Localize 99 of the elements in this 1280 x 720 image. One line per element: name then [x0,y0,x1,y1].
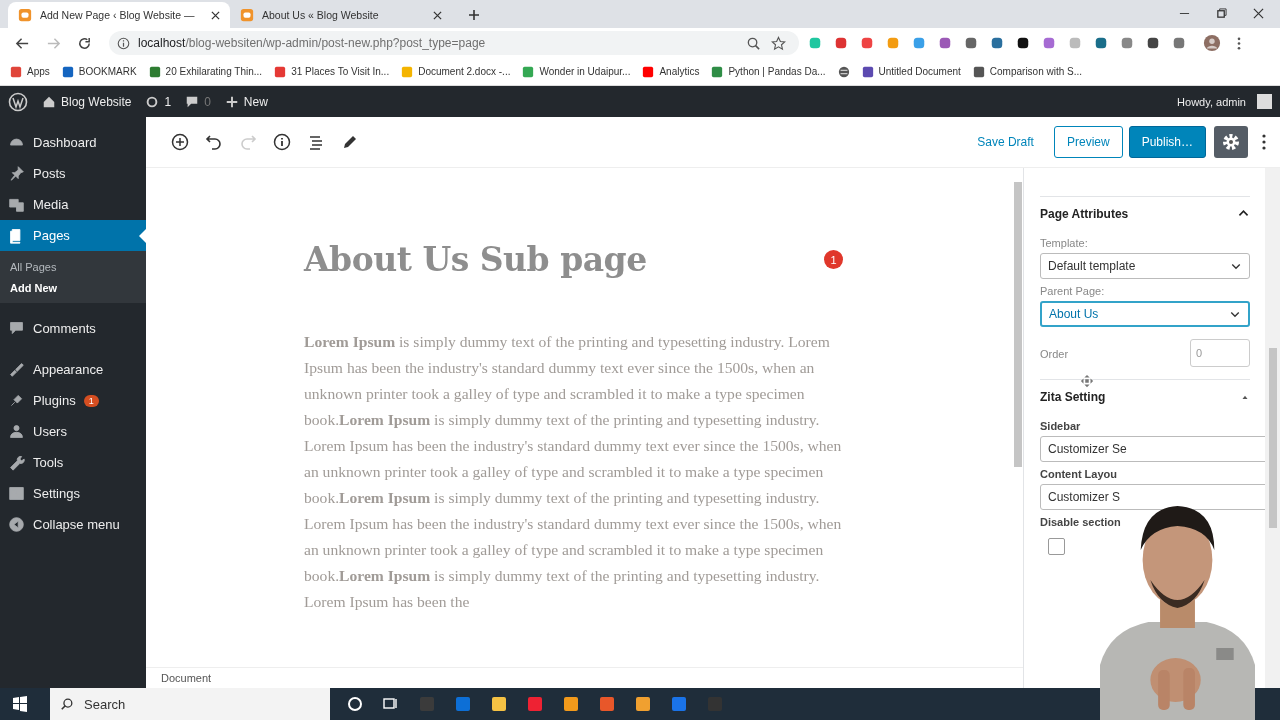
menu-item[interactable]: Media [0,189,146,220]
field-label: Parent Page: [1040,285,1106,297]
close-icon[interactable] [433,10,442,20]
scrollbar-thumb[interactable] [1268,348,1277,528]
search-field[interactable]: Search [50,688,330,720]
field-label: Template: [1040,237,1089,249]
section-title: Page Attributes [1040,207,1129,221]
sidebar-dropdown[interactable]: Customizer Se [1040,436,1265,462]
count-badge: 1 [83,394,99,407]
plug-icon [8,392,25,409]
add-block-icon[interactable] [170,132,190,152]
bookmark[interactable]: Analytics [642,65,700,78]
template-dropdown[interactable]: Default template [1040,253,1250,279]
publish-button[interactable]: Publish… [1128,126,1206,158]
new-link[interactable]: New [224,94,268,109]
field-label: Order [1040,348,1069,360]
taskbar-app-icon[interactable] [597,694,617,714]
taskbar-app-icon[interactable] [489,694,509,714]
menu-item[interactable]: Tools [0,447,146,478]
extension-icon[interactable] [1146,36,1160,50]
menu-item[interactable]: Pages [0,220,146,251]
pin-icon [8,165,25,182]
home-icon [42,94,56,109]
user-icon [8,423,25,440]
bookmark[interactable]: 31 Places To Visit In... [274,65,390,78]
save-draft-button[interactable]: Save Draft [971,129,1040,155]
menu-item[interactable]: Posts [0,158,146,189]
wordpress-logo[interactable] [8,91,28,112]
bookmark[interactable]: Comparison with S... [972,65,1083,78]
brush-icon [8,361,25,378]
submenu-item[interactable]: All Pages [0,257,146,278]
updates-icon [145,94,160,109]
menu-item[interactable]: Appearance [0,354,146,385]
avatar [1257,94,1272,109]
bookmark[interactable]: Apps [10,65,50,78]
bookmark[interactable]: BOOKMARK [61,65,137,78]
updates-link[interactable]: 1 [145,94,172,109]
move-cursor-icon [1080,374,1094,388]
gear-icon [1221,132,1241,152]
bookmark[interactable]: 20 Exhilarating Thin... [148,65,263,78]
panel-header[interactable]: Zita Setting [1040,380,1250,414]
info-icon[interactable] [272,132,292,152]
speech-bubble-icon [185,94,200,109]
new-tab-icon[interactable] [468,9,480,21]
menu-item[interactable]: Settings [0,478,146,509]
notification-badge: 1 [824,250,843,269]
menu-item[interactable]: Collapse menu [0,509,146,540]
close-icon[interactable] [1253,8,1264,19]
zoom-icon[interactable] [746,35,761,51]
bookmark[interactable]: Wonder in Udaipur... [522,65,631,78]
bookmark[interactable]: Document 2.docx -... [401,65,511,78]
menu-item[interactable]: Users [0,416,146,447]
extension-icon[interactable] [1016,36,1030,50]
checkbox[interactable] [1048,538,1065,555]
browser-tab[interactable]: Add New Page ‹ Blog Website — [8,2,230,28]
cortana-icon[interactable] [345,694,365,714]
site-icon [18,8,32,22]
wrench-icon [8,454,25,471]
collapse-icon [8,516,25,533]
status-text: Document [161,672,212,684]
close-icon[interactable] [211,10,220,20]
field-label: Content Layou [1040,468,1118,480]
site-icon [240,8,254,22]
search-icon [60,697,74,711]
more-options-icon[interactable] [1262,133,1266,151]
menu-item[interactable]: Plugins 1 [0,385,146,416]
section-title: Zita Setting [1040,390,1106,404]
settings-icon [8,485,25,502]
submenu-item[interactable]: Add New [0,278,146,299]
settings-button[interactable] [1214,126,1248,158]
plus-icon [224,94,239,109]
menu-item[interactable]: Comments [0,313,146,344]
bookmark[interactable]: Python | Pandas Da... [711,65,826,78]
reload-icon[interactable] [77,35,92,51]
restore-icon[interactable] [1216,8,1227,19]
taskbar-app-icon[interactable] [561,694,581,714]
media-icon [8,196,25,213]
browser-tab[interactable]: About Us « Blog Website [230,2,452,28]
field-label: Disable section [1040,516,1122,528]
globe-icon[interactable] [837,65,850,78]
star-icon[interactable] [771,35,786,51]
bookmark[interactable]: Untitled Document [861,65,961,78]
taskbar-app-icon[interactable] [633,694,653,714]
account-link[interactable]: Howdy, admin [1177,94,1272,109]
speech-bubble-icon [8,320,25,337]
menu-icon[interactable] [1237,35,1241,51]
start-icon[interactable] [12,696,28,712]
info-icon [117,36,130,50]
current-pointer [139,229,146,243]
site-link[interactable]: Blog Website [42,94,132,109]
scrollbar-thumb[interactable] [1014,182,1022,467]
panel-header[interactable]: Page Attributes [1040,197,1250,231]
menu-item[interactable]: Dashboard [0,127,146,158]
profile-avatar[interactable] [1203,34,1221,52]
address-field[interactable]: localhost/blog-websiten/wp-admin/post-new.php?post_type=page [109,31,799,55]
field-label: Sidebar [1040,420,1082,432]
parent-page-dropdown[interactable]: About Us [1040,301,1250,327]
preview-button[interactable]: Preview [1053,126,1123,158]
undo-icon[interactable] [204,132,224,152]
